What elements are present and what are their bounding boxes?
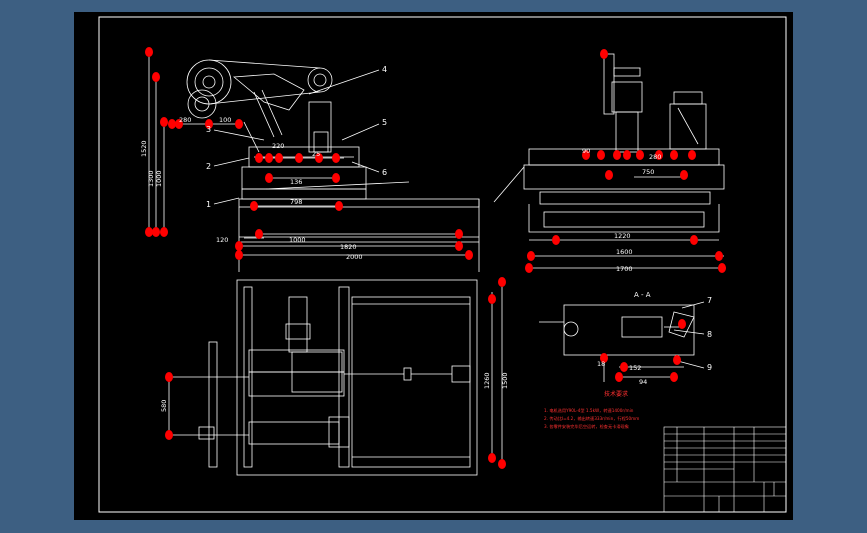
note-line-3: 3. 各零件安装完毕后空运转，检查无卡滞现象 <box>544 423 629 430</box>
dim-136: 136 <box>290 178 302 186</box>
plan-view-grips <box>165 277 506 469</box>
leader-7: 7 <box>707 296 712 305</box>
dim-25: 25 <box>312 150 320 158</box>
leader-5: 5 <box>382 118 387 127</box>
dim-1500: 1500 <box>501 372 509 389</box>
title-block <box>663 426 787 513</box>
note-line-2: 2. 传动比I=4.2，输出转速333r/min，行程50mm <box>544 415 639 422</box>
side-view <box>493 53 726 269</box>
technical-notes: 技术要求 1. 电机选用Y90L-4型 1.5kW，转速1400r/min 2.… <box>544 390 639 430</box>
drawing-border <box>98 16 787 513</box>
cad-drawing: 1520 1300 1000 798 1000 1820 2000 280 10… <box>98 16 787 513</box>
dim-750: 750 <box>642 168 654 176</box>
cad-viewport: 1520 1300 1000 798 1000 1820 2000 280 10… <box>0 0 867 533</box>
dim-2000: 2000 <box>346 253 363 261</box>
dim-1520: 1520 <box>140 140 148 157</box>
leader-6: 6 <box>382 168 387 177</box>
dim-100: 100 <box>219 116 231 124</box>
notes-title: 技术要求 <box>604 390 628 398</box>
dim-152: 152 <box>629 364 641 372</box>
leader-8: 8 <box>707 330 712 339</box>
drawing-sheet: 1520 1300 1000 798 1000 1820 2000 280 10… <box>74 12 793 520</box>
front-view-grips <box>145 47 473 260</box>
dim-798: 798 <box>290 198 302 206</box>
leader-9: 9 <box>707 363 712 372</box>
dim-220: 220 <box>272 142 284 150</box>
leader-3: 3 <box>206 125 211 134</box>
dim-120: 120 <box>216 236 228 244</box>
leader-2: 2 <box>206 162 211 171</box>
dim-1000-h: 1000 <box>289 236 306 244</box>
plan-view <box>168 279 503 476</box>
note-line-1: 1. 电机选用Y90L-4型 1.5kW，转速1400r/min <box>544 407 634 414</box>
dim-18: 18 <box>597 360 605 368</box>
dim-280: 280 <box>179 116 191 124</box>
dim-94: 94 <box>639 378 647 386</box>
dim-580: 580 <box>160 400 168 412</box>
leader-4: 4 <box>382 65 387 74</box>
leader-1: 1 <box>206 200 211 209</box>
dim-1220: 1220 <box>614 232 631 240</box>
section-view-grips <box>600 319 686 382</box>
dim-1300: 1300 <box>147 170 155 187</box>
dim-90: 90 <box>582 147 590 155</box>
side-view-labels: 1220 1600 1700 750 280 90 <box>582 147 661 273</box>
dim-1820: 1820 <box>340 243 357 251</box>
dim-280-side: 280 <box>649 153 661 161</box>
front-view <box>148 52 480 272</box>
dim-1260: 1260 <box>483 372 491 389</box>
section-title: A - A <box>634 291 651 299</box>
dim-1700: 1700 <box>616 265 633 273</box>
dim-1600: 1600 <box>616 248 633 256</box>
dim-1000: 1000 <box>155 170 163 187</box>
